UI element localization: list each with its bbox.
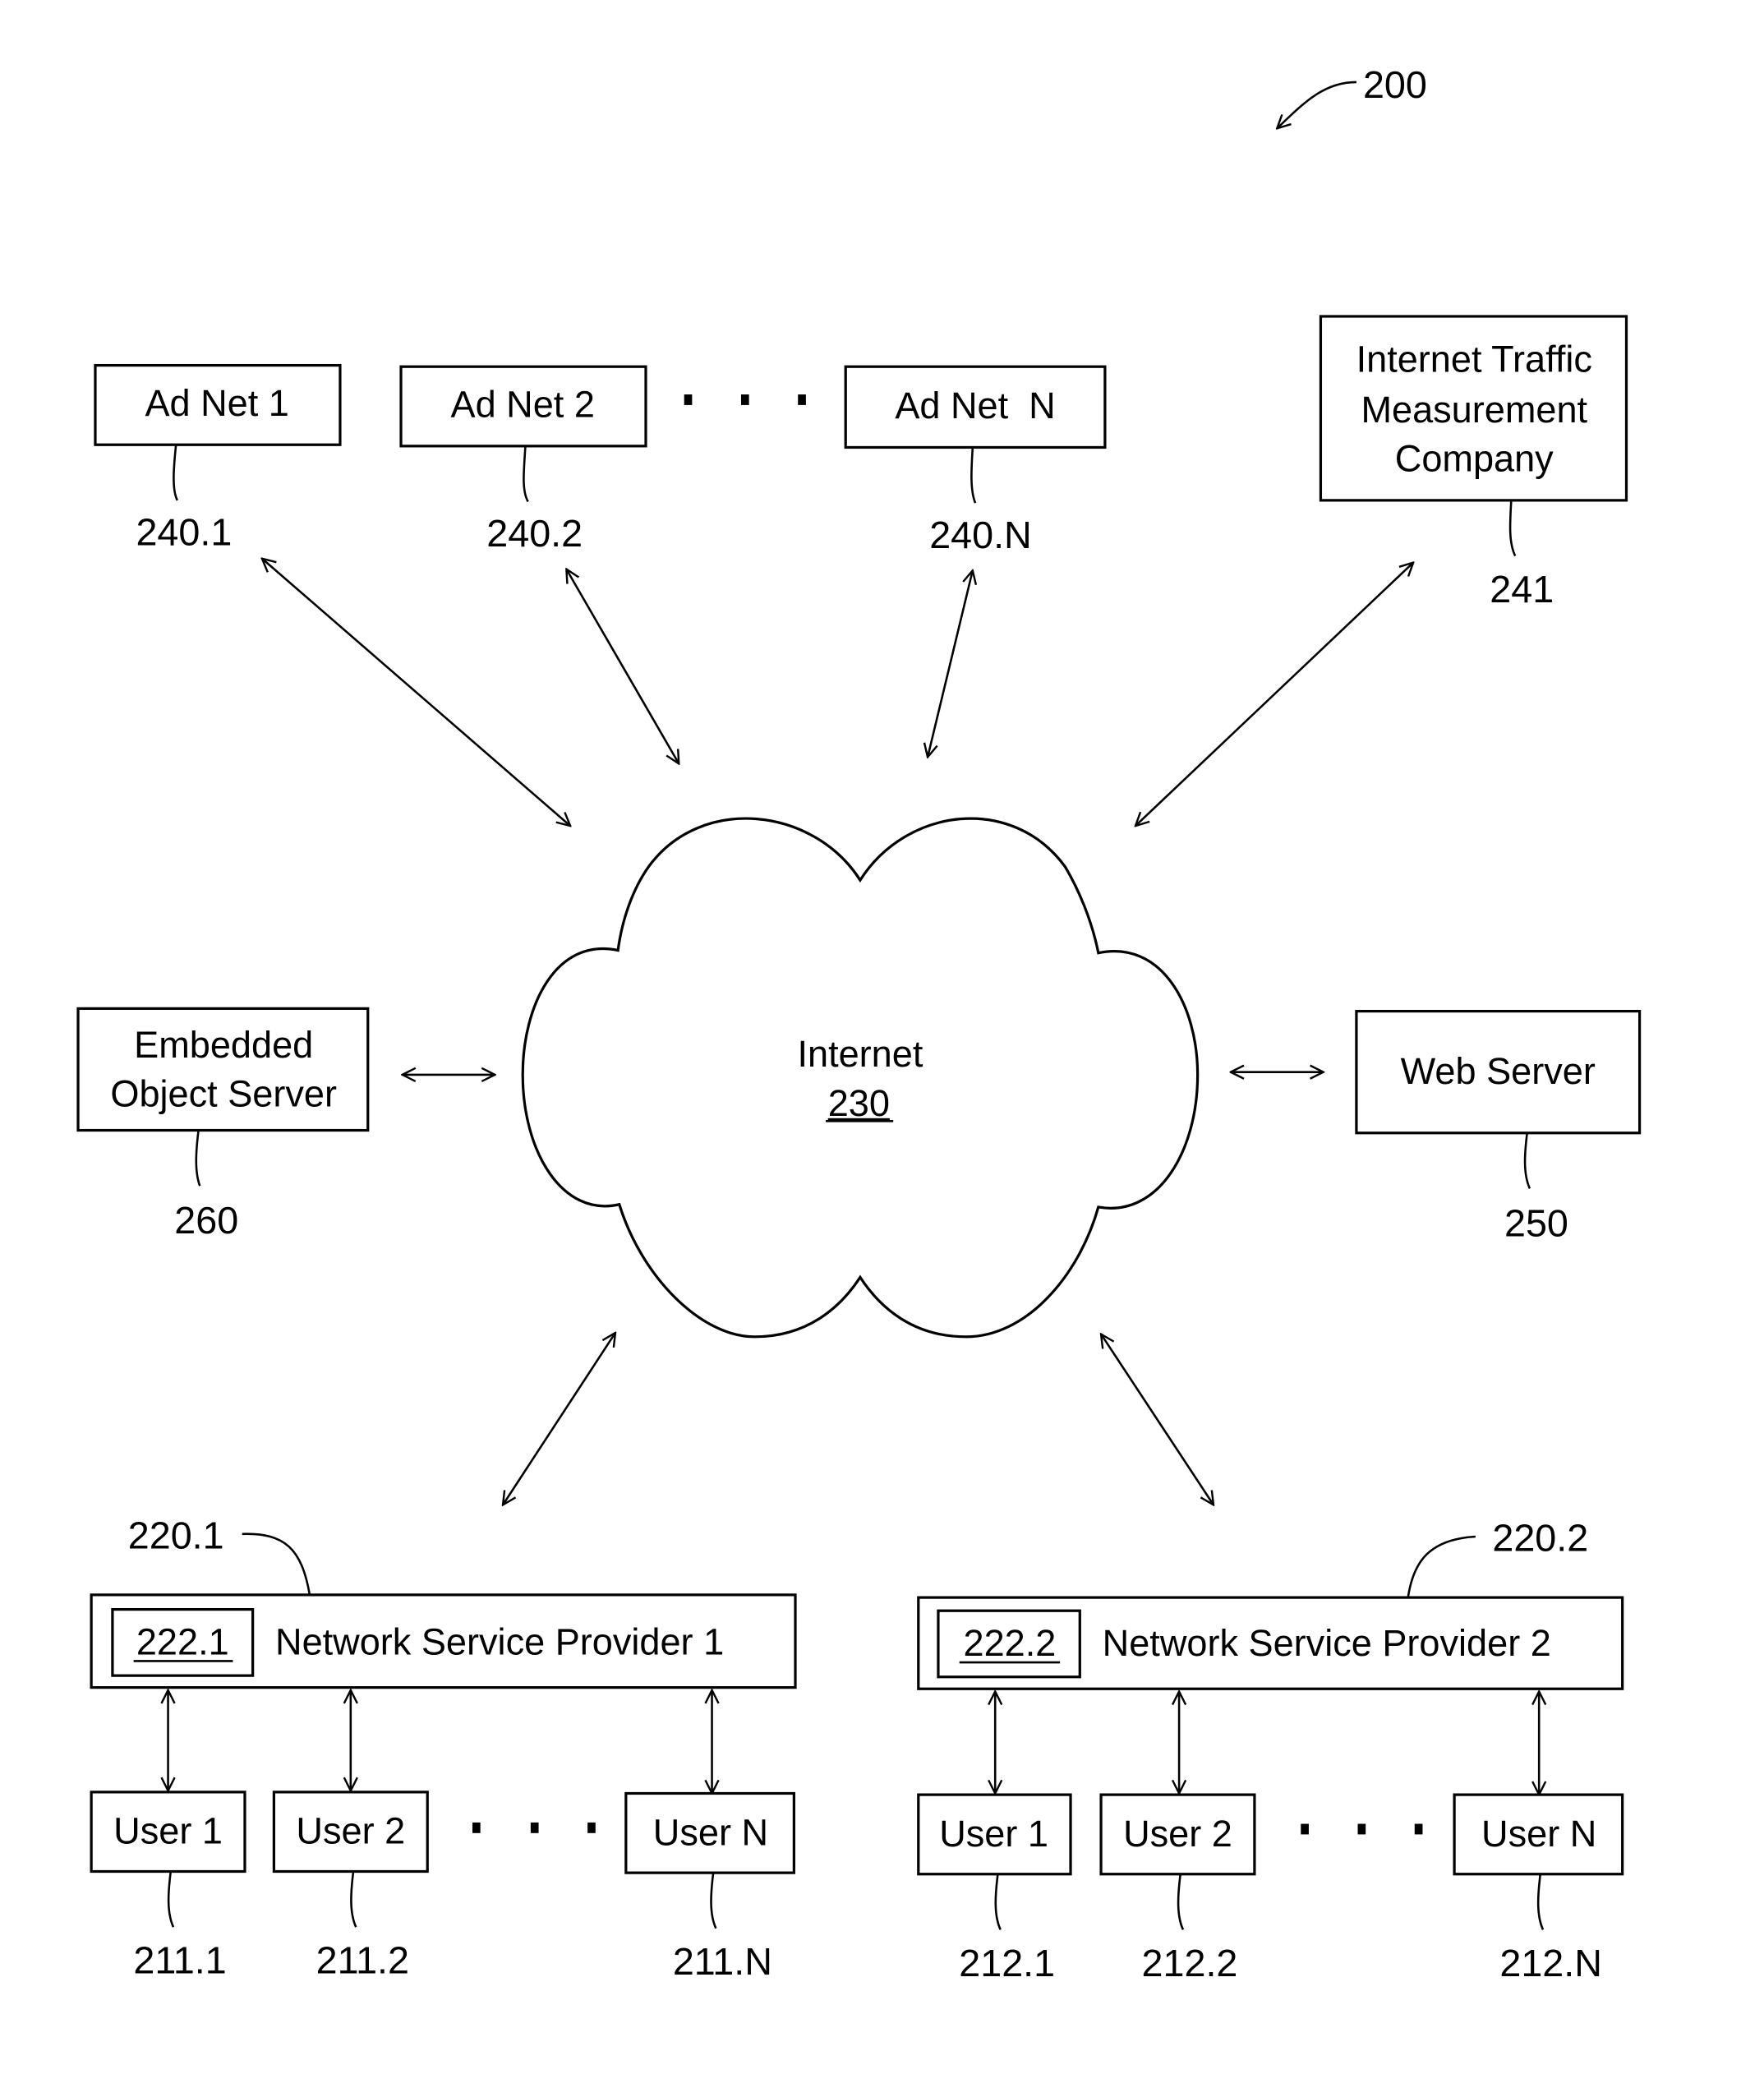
ad-net-n-ref: 240.N <box>929 514 1032 556</box>
ad-net-1-ref: 240.1 <box>136 511 232 554</box>
ellipsis-dot <box>1357 1823 1366 1835</box>
nsp-1-user-n-leader <box>710 1872 717 1929</box>
arrow-ad-net-n-internet <box>928 570 973 757</box>
internet-cloud[interactable]: Internet 230 <box>521 817 1200 1339</box>
ellipsis-dot <box>1301 1823 1309 1835</box>
cloud-label: Internet <box>797 1033 923 1075</box>
nsp-2-leader <box>1407 1535 1476 1598</box>
web-server-label: Web Server <box>1401 1050 1596 1092</box>
ad-net-n-leader <box>970 447 977 504</box>
ad-net-ellipsis <box>684 394 806 405</box>
nsp-2-user-n-label: User N <box>1481 1813 1596 1855</box>
ad-net-2-ref: 240.2 <box>486 512 583 555</box>
figure-ref-label: 200 <box>1363 63 1427 106</box>
arrow-measurement-internet <box>1135 563 1413 827</box>
cloud-shape[interactable] <box>521 817 1200 1339</box>
ad-net-1-leader <box>173 445 179 501</box>
embedded-object-server-line-1: Embedded <box>134 1024 313 1066</box>
nsp-2-user-2-ref: 212.2 <box>1142 1942 1238 1984</box>
ad-net-2-label: Ad Net 2 <box>451 383 595 425</box>
ad-net-1[interactable]: Ad Net 1 240.1 <box>94 363 342 554</box>
arrow-internet-nsp-2 <box>1101 1334 1214 1505</box>
web-server-leader <box>1523 1132 1531 1189</box>
nsp-2-inner-ref: 222.2 <box>964 1622 1057 1664</box>
arrow-ad-net-2-internet <box>566 569 679 764</box>
web-server-ref: 250 <box>1504 1201 1568 1244</box>
nsp-1-ref: 220.1 <box>128 1514 224 1557</box>
measurement-company-line-3: Company <box>1395 437 1554 479</box>
nsp-2-user-1-ref: 212.1 <box>959 1942 1055 1984</box>
nsp-2-user-1-label: User 1 <box>939 1813 1048 1855</box>
embedded-object-server-ref: 260 <box>174 1199 238 1242</box>
ad-net-1-label: Ad Net 1 <box>145 382 288 424</box>
nsp-1-user-1-label: User 1 <box>113 1810 223 1852</box>
nsp-1-user-n-ref: 211.N <box>673 1940 772 1983</box>
cloud-ref: 230 <box>828 1082 890 1124</box>
measurement-company-line-2: Measurement <box>1361 389 1587 431</box>
ad-net-2-leader <box>523 445 529 503</box>
nsp-2-user-n[interactable]: User N 212.N <box>1453 1793 1624 1984</box>
nsp-1-user-ellipsis <box>472 1822 596 1833</box>
nsp-1-user-n[interactable]: User N 211.N <box>624 1791 796 1983</box>
measurement-company-leader <box>1508 500 1517 557</box>
ellipsis-dot <box>798 394 806 405</box>
measurement-company[interactable]: Internet Traffic Measurement Company 241 <box>1319 315 1628 611</box>
embedded-object-server-leader <box>195 1130 201 1187</box>
nsp-2-user-n-ref: 212.N <box>1499 1942 1602 1984</box>
network-service-provider-2[interactable]: 220.2 222.2 Network Service Provider 2 <box>917 1517 1624 1690</box>
arrow-internet-nsp-1 <box>503 1333 615 1505</box>
nsp-1-user-2-label: User 2 <box>296 1810 405 1852</box>
nsp-1-inner-ref: 222.1 <box>136 1620 229 1662</box>
figure-ref-arrow <box>1277 81 1356 128</box>
web-server[interactable]: Web Server 250 <box>1355 1009 1642 1245</box>
nsp-1-user-1[interactable]: User 1 211.1 <box>90 1791 246 1982</box>
ad-net-2[interactable]: Ad Net 2 240.2 <box>399 365 647 555</box>
ellipsis-dot <box>530 1822 539 1833</box>
nsp-2-user-2-label: User 2 <box>1123 1813 1232 1855</box>
ellipsis-dot <box>684 394 693 405</box>
nsp-2-user-1-leader <box>994 1874 1002 1930</box>
nsp-2-user-1[interactable]: User 1 212.1 <box>917 1793 1072 1984</box>
nsp-2-user-ellipsis <box>1301 1823 1423 1835</box>
nsp-1-user-2[interactable]: User 2 211.2 <box>272 1791 429 1982</box>
figure-ref: 200 <box>1277 63 1427 128</box>
nsp-2-user-n-leader <box>1536 1874 1545 1930</box>
embedded-object-server[interactable]: Embedded Object Server 260 <box>76 1007 370 1242</box>
embedded-object-server-line-2: Object Server <box>110 1073 337 1115</box>
nsp-2-ref: 220.2 <box>1492 1517 1588 1560</box>
nsp-1-user-n-label: User N <box>653 1811 768 1853</box>
ellipsis-dot <box>587 1822 596 1833</box>
arrow-ad-net-1-internet <box>262 559 570 826</box>
nsp-2-user-2-leader <box>1177 1874 1185 1930</box>
network-service-provider-1[interactable]: 220.1 222.1 Network Service Provider 1 <box>90 1514 797 1689</box>
ad-net-n[interactable]: Ad Net N 240.N <box>844 365 1107 556</box>
nsp-1-user-1-ref: 211.1 <box>133 1939 226 1982</box>
nsp-1-leader <box>242 1532 311 1596</box>
network-diagram: 200 Ad Net 1 240.1 Ad Net 2 240.2 Ad Net… <box>76 63 1642 1984</box>
nsp-2-label: Network Service Provider 2 <box>1103 1622 1551 1664</box>
ellipsis-dot <box>740 394 749 405</box>
nsp-1-user-2-ref: 211.2 <box>316 1939 409 1982</box>
ellipsis-dot <box>472 1822 481 1833</box>
nsp-1-user-1-leader <box>167 1871 175 1928</box>
measurement-company-line-1: Internet Traffic <box>1356 339 1592 380</box>
nsp-1-user-2-leader <box>350 1871 357 1928</box>
nsp-2-user-2[interactable]: User 2 212.2 <box>1099 1793 1256 1984</box>
ad-net-n-label: Ad Net N <box>895 385 1055 426</box>
nsp-1-label: Network Service Provider 1 <box>275 1620 724 1662</box>
measurement-company-ref: 241 <box>1490 568 1554 611</box>
ellipsis-dot <box>1414 1823 1423 1835</box>
